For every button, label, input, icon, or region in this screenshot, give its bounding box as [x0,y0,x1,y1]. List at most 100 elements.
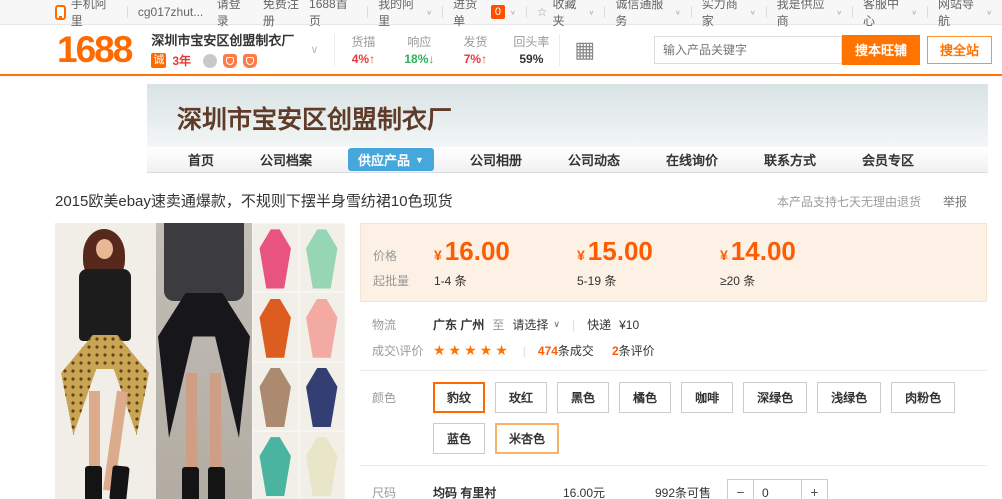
register-link[interactable]: 免费注册 [263,0,309,29]
nav-tab-contact[interactable]: 联系方式 [741,150,839,169]
price-value: 14.00 [731,236,796,266]
deals-row: 成交\评价 ★★★★★ | 474 条成交 2 条评价 [360,342,987,359]
star-icon: ☆ [537,5,548,19]
quantity-stepper: − + [727,479,828,499]
sitemap-menu[interactable]: 网站导航 ∨ [938,0,992,29]
skirt-shape [303,437,340,496]
skirt-shape [257,299,294,358]
cart-label[interactable]: 进货单 [453,0,486,29]
my-ali-menu[interactable]: 我的阿里 ∨ [378,0,432,29]
shop-stats: 货描 4%↑ 响应 18%↓ 发货 7%↑ 回头率 59% [335,33,559,66]
skirt-shape [257,229,294,288]
color-label: 颜色 [372,382,433,454]
arrow-up-icon: ↑ [481,52,487,66]
support-menu[interactable]: 客服中心 ∨ [863,0,917,29]
stat-describe: 货描 4%↑ [335,33,391,66]
search-bar: 搜本旺铺 搜全站 [654,35,992,65]
shop-banner: 深圳市宝安区创盟制衣厂 [147,84,988,147]
skirt-shape [303,368,340,427]
color-option-pink[interactable]: 肉粉色 [891,382,955,413]
chevron-down-icon: ∨ [986,8,992,15]
merchants-label[interactable]: 实力商家 [702,0,747,29]
favorites-label[interactable]: 收藏夹 [553,0,586,29]
my-ali-label[interactable]: 我的阿里 [378,0,423,29]
logo-1688[interactable]: 1688 [57,31,131,68]
color-option-black[interactable]: 黑色 [557,382,609,413]
currency-symbol: ¥ [577,247,585,263]
moq-value: 5-19 条 [577,272,720,289]
quantity-input[interactable] [754,479,801,499]
quantity-minus-button[interactable]: − [727,479,754,499]
price-label: 价格 [373,247,434,264]
favorites-menu[interactable]: ☆ 收藏夹 ∨ [537,0,595,29]
deals-label: 成交\评价 [372,342,433,359]
home-link[interactable]: 1688首页 [309,0,357,29]
color-option-orange[interactable]: 橘色 [619,382,671,413]
to-text: 至 [492,316,504,333]
product-image[interactable] [55,223,345,499]
cart-menu[interactable]: 进货单 0 ∨ [453,0,516,29]
search-shop-button[interactable]: 搜本旺铺 [842,35,920,65]
chevron-down-icon[interactable]: ∨ [310,43,318,56]
chevron-down-icon: ∨ [510,8,516,15]
mobile-phone-icon [55,5,66,20]
nav-tab-members[interactable]: 会员专区 [839,150,937,169]
qr-code-icon[interactable]: ▦ [574,39,595,61]
color-option-coffee[interactable]: 咖啡 [681,382,733,413]
report-link[interactable]: 举报 [943,193,967,210]
title-row: 2015欧美ebay速卖通爆款，不规则下摆半身雪纺裙10色现货 本产品支持七天无… [55,190,1002,211]
color-option-blue[interactable]: 蓝色 [433,423,485,454]
price-tier: ¥16.00 [434,236,577,267]
deal-count[interactable]: 474 [538,344,558,358]
divider [442,6,443,18]
chevron-down-icon: ∨ [426,8,432,15]
quantity-plus-button[interactable]: + [801,479,828,499]
divider [691,6,692,18]
nav-tab-inquiry[interactable]: 在线询价 [643,150,741,169]
service-menu[interactable]: 诚信通服务 ∨ [615,0,680,29]
review-count[interactable]: 2 [612,344,619,358]
color-option-dark-green[interactable]: 深绿色 [743,382,807,413]
search-input[interactable] [654,36,842,64]
color-option-light-green[interactable]: 浅绿色 [817,382,881,413]
rating-stars-icon: ★★★★★ [433,342,511,359]
merchants-menu[interactable]: 实力商家 ∨ [702,0,756,29]
destination-select[interactable]: 请选择 [512,316,548,333]
dropdown-arrow-icon: ▼ [415,155,424,165]
nav-tab-home[interactable]: 首页 [165,150,237,169]
price-value: 16.00 [445,236,510,266]
product-content: 2015欧美ebay速卖通爆款，不规则下摆半身雪纺裙10色现货 本产品支持七天无… [0,190,1002,499]
stat-value: 7% [464,52,481,66]
login-link[interactable]: 请登录 [217,0,252,29]
supplier-label[interactable]: 我是供应商 [777,0,834,29]
decorative-shape [182,467,199,499]
color-option-rose[interactable]: 玫红 [495,382,547,413]
sitemap-label[interactable]: 网站导航 [938,0,983,29]
color-option-beige[interactable]: 米杏色 [495,423,559,454]
currency-symbol: ¥ [434,247,442,263]
service-label[interactable]: 诚信通服务 [615,0,672,29]
nav-tab-profile[interactable]: 公司档案 [237,150,335,169]
divider [360,465,987,466]
search-site-button[interactable]: 搜全站 [927,36,992,64]
supplier-menu[interactable]: 我是供应商 ∨ [777,0,842,29]
nav-tab-news[interactable]: 公司动态 [545,150,643,169]
nav-tab-album[interactable]: 公司相册 [447,150,545,169]
currency-symbol: ¥ [720,247,728,263]
nav-tab-products[interactable]: 供应产品 ▼ [348,148,434,171]
mobile-ali-link[interactable]: 手机阿里 [71,0,117,29]
color-option-leopard[interactable]: 豹纹 [433,382,485,413]
shipping-fee: ¥10 [619,318,639,332]
stat-label: 回头率 [503,33,559,50]
decorative-shape [96,239,113,259]
size-row: 尺码 均码 有里衬 16.00元 992条可售 − + [360,479,987,499]
username-link[interactable]: cg017zhut... [138,5,203,19]
decorative-shape [210,373,221,473]
divider: | [523,344,526,358]
company-name[interactable]: 深圳市宝安区创盟制衣厂 [151,30,294,49]
chevron-down-icon: ∨ [750,8,756,15]
support-label[interactable]: 客服中心 [863,0,908,29]
chevron-down-icon: ∨ [911,8,917,15]
divider [127,6,128,18]
stat-value: 18% [404,52,428,66]
